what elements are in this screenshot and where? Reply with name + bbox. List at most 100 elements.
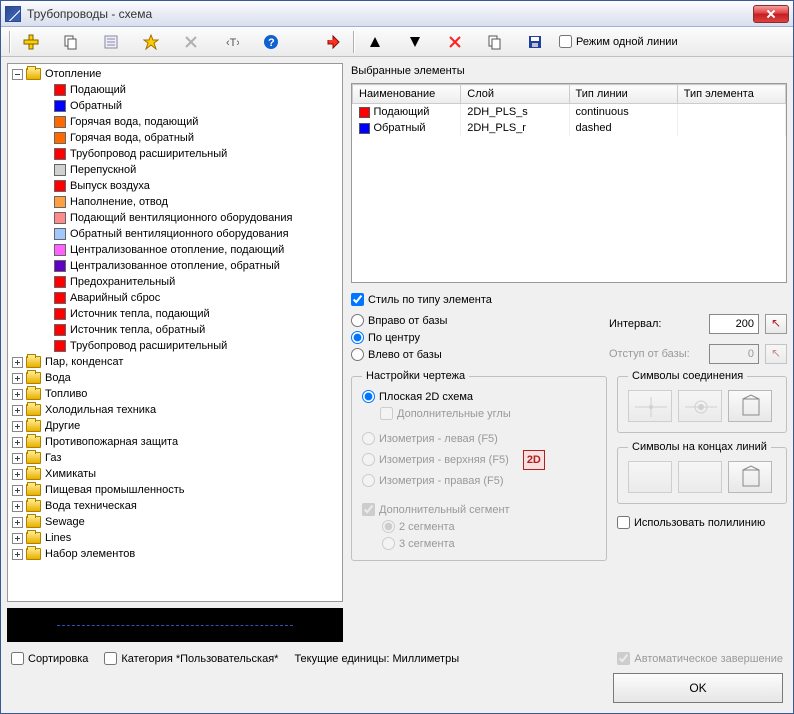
tree-toggle-icon[interactable]: [12, 501, 23, 512]
tree-item[interactable]: Горячая вода, обратный: [10, 130, 340, 146]
tree-item[interactable]: Централизованное отопление, обратный: [10, 258, 340, 274]
tree-item-label: Централизованное отопление, обратный: [70, 260, 280, 272]
tree-toggle-icon[interactable]: [12, 405, 23, 416]
close-icon[interactable]: [753, 5, 789, 23]
tree-folder[interactable]: Пар, конденсат: [10, 354, 340, 370]
tree-item[interactable]: Выпуск воздуха: [10, 178, 340, 194]
remove-button[interactable]: [443, 30, 467, 54]
tree-folder[interactable]: Химикаты: [10, 466, 340, 482]
tree-item-label: Набор элементов: [45, 548, 135, 560]
color-swatch-icon: [54, 260, 66, 272]
grid-column-header[interactable]: Слой: [461, 85, 569, 104]
end-symbols-group: Символы на концах линий: [617, 441, 787, 504]
category-checkbox[interactable]: [104, 652, 117, 665]
tree-root[interactable]: Отопление: [10, 66, 340, 82]
add-button[interactable]: [19, 30, 43, 54]
join-symbol-more-button[interactable]: [728, 390, 772, 422]
tree-item[interactable]: Предохранительный: [10, 274, 340, 290]
svg-text:‹T›: ‹T›: [226, 37, 239, 49]
tree-toggle-icon[interactable]: [12, 453, 23, 464]
interval-pick-button[interactable]: [765, 314, 787, 334]
tree-item[interactable]: Источник тепла, подающий: [10, 306, 340, 322]
grid-column-header[interactable]: Тип линии: [569, 85, 677, 104]
cell-linetype: dashed: [569, 120, 677, 136]
folder-icon: [26, 388, 41, 400]
svg-text:?: ?: [268, 37, 275, 49]
tree-toggle-icon[interactable]: [12, 469, 23, 480]
tree-item[interactable]: Подающий: [10, 82, 340, 98]
style-by-element-checkbox[interactable]: [351, 293, 364, 306]
interval-input[interactable]: [709, 314, 759, 334]
tree-item[interactable]: Трубопровод расширительный: [10, 338, 340, 354]
ok-button[interactable]: OK: [613, 673, 783, 703]
grid-column-header[interactable]: Тип элемента: [677, 85, 785, 104]
copy-row-button[interactable]: [483, 30, 507, 54]
table-row[interactable]: Подающий2DH_PLS_scontinuous: [353, 104, 786, 121]
tree-toggle-icon[interactable]: [12, 357, 23, 368]
tree-item[interactable]: Перепускной: [10, 162, 340, 178]
sort-checkbox[interactable]: [11, 652, 24, 665]
tree-item-label: Sewage: [45, 516, 85, 528]
tree-toggle-icon[interactable]: [12, 517, 23, 528]
apply-arrow-button[interactable]: [321, 30, 345, 54]
grid-column-header[interactable]: Наименование: [353, 85, 461, 104]
delete-button[interactable]: [179, 30, 203, 54]
flat-2d-radio[interactable]: [362, 390, 375, 403]
tree-item-label: Пищевая промышленность: [45, 484, 185, 496]
tree-item[interactable]: Обратный вентиляционного оборудования: [10, 226, 340, 242]
help-button[interactable]: ?: [259, 30, 283, 54]
tree-item-label: Другие: [45, 420, 80, 432]
tree-toggle-icon[interactable]: [12, 373, 23, 384]
tree-toggle-icon[interactable]: [12, 69, 23, 80]
tree-view[interactable]: ОтоплениеПодающийОбратныйГорячая вода, п…: [7, 63, 343, 602]
offset-left-radio[interactable]: [351, 348, 364, 361]
single-line-checkbox[interactable]: [559, 35, 572, 48]
save-button[interactable]: [523, 30, 547, 54]
tree-folder[interactable]: Набор элементов: [10, 546, 340, 562]
add-angles-label: Дополнительные углы: [397, 408, 511, 420]
offset-right-radio[interactable]: [351, 314, 364, 327]
tree-folder[interactable]: Холодильная техника: [10, 402, 340, 418]
color-swatch-icon: [54, 244, 66, 256]
tree-toggle-icon[interactable]: [12, 437, 23, 448]
single-line-label: Режим одной линии: [576, 36, 678, 48]
join-symbols-heading: Символы соединения: [628, 370, 747, 382]
tree-folder[interactable]: Противопожарная защита: [10, 434, 340, 450]
tree-toggle-icon[interactable]: [12, 549, 23, 560]
offset-center-radio[interactable]: [351, 331, 364, 344]
tree-item[interactable]: Горячая вода, подающий: [10, 114, 340, 130]
tree-toggle-icon[interactable]: [12, 485, 23, 496]
copy-button[interactable]: [59, 30, 83, 54]
tree-folder[interactable]: Пищевая промышленность: [10, 482, 340, 498]
tree-item[interactable]: Аварийный сброс: [10, 290, 340, 306]
tree-folder[interactable]: Lines: [10, 530, 340, 546]
table-row[interactable]: Обратный2DH_PLS_rdashed: [353, 120, 786, 136]
move-down-button[interactable]: [403, 30, 427, 54]
end-symbol-more-button[interactable]: [728, 461, 772, 493]
selected-elements-grid[interactable]: НаименованиеСлойТип линииТип элемента По…: [351, 83, 787, 283]
tree-toggle-icon[interactable]: [12, 421, 23, 432]
tree-folder[interactable]: Топливо: [10, 386, 340, 402]
favorite-button[interactable]: [139, 30, 163, 54]
text-tool-button[interactable]: ‹T›: [219, 30, 243, 54]
folder-icon: [26, 548, 41, 560]
tree-folder[interactable]: Вода: [10, 370, 340, 386]
tree-item[interactable]: Источник тепла, обратный: [10, 322, 340, 338]
tree-item[interactable]: Подающий вентиляционного оборудования: [10, 210, 340, 226]
interval-label: Интервал:: [609, 318, 709, 330]
cell-element-type: [677, 104, 785, 121]
iso-top-radio: [362, 453, 375, 466]
tree-toggle-icon[interactable]: [12, 389, 23, 400]
use-polyline-checkbox[interactable]: [617, 516, 630, 529]
tree-item[interactable]: Обратный: [10, 98, 340, 114]
tree-folder[interactable]: Вода техническая: [10, 498, 340, 514]
tree-toggle-icon[interactable]: [12, 533, 23, 544]
properties-button[interactable]: [99, 30, 123, 54]
tree-item[interactable]: Централизованное отопление, подающий: [10, 242, 340, 258]
tree-folder[interactable]: Sewage: [10, 514, 340, 530]
tree-item[interactable]: Наполнение, отвод: [10, 194, 340, 210]
tree-item[interactable]: Трубопровод расширительный: [10, 146, 340, 162]
tree-folder[interactable]: Газ: [10, 450, 340, 466]
tree-folder[interactable]: Другие: [10, 418, 340, 434]
move-up-button[interactable]: [363, 30, 387, 54]
